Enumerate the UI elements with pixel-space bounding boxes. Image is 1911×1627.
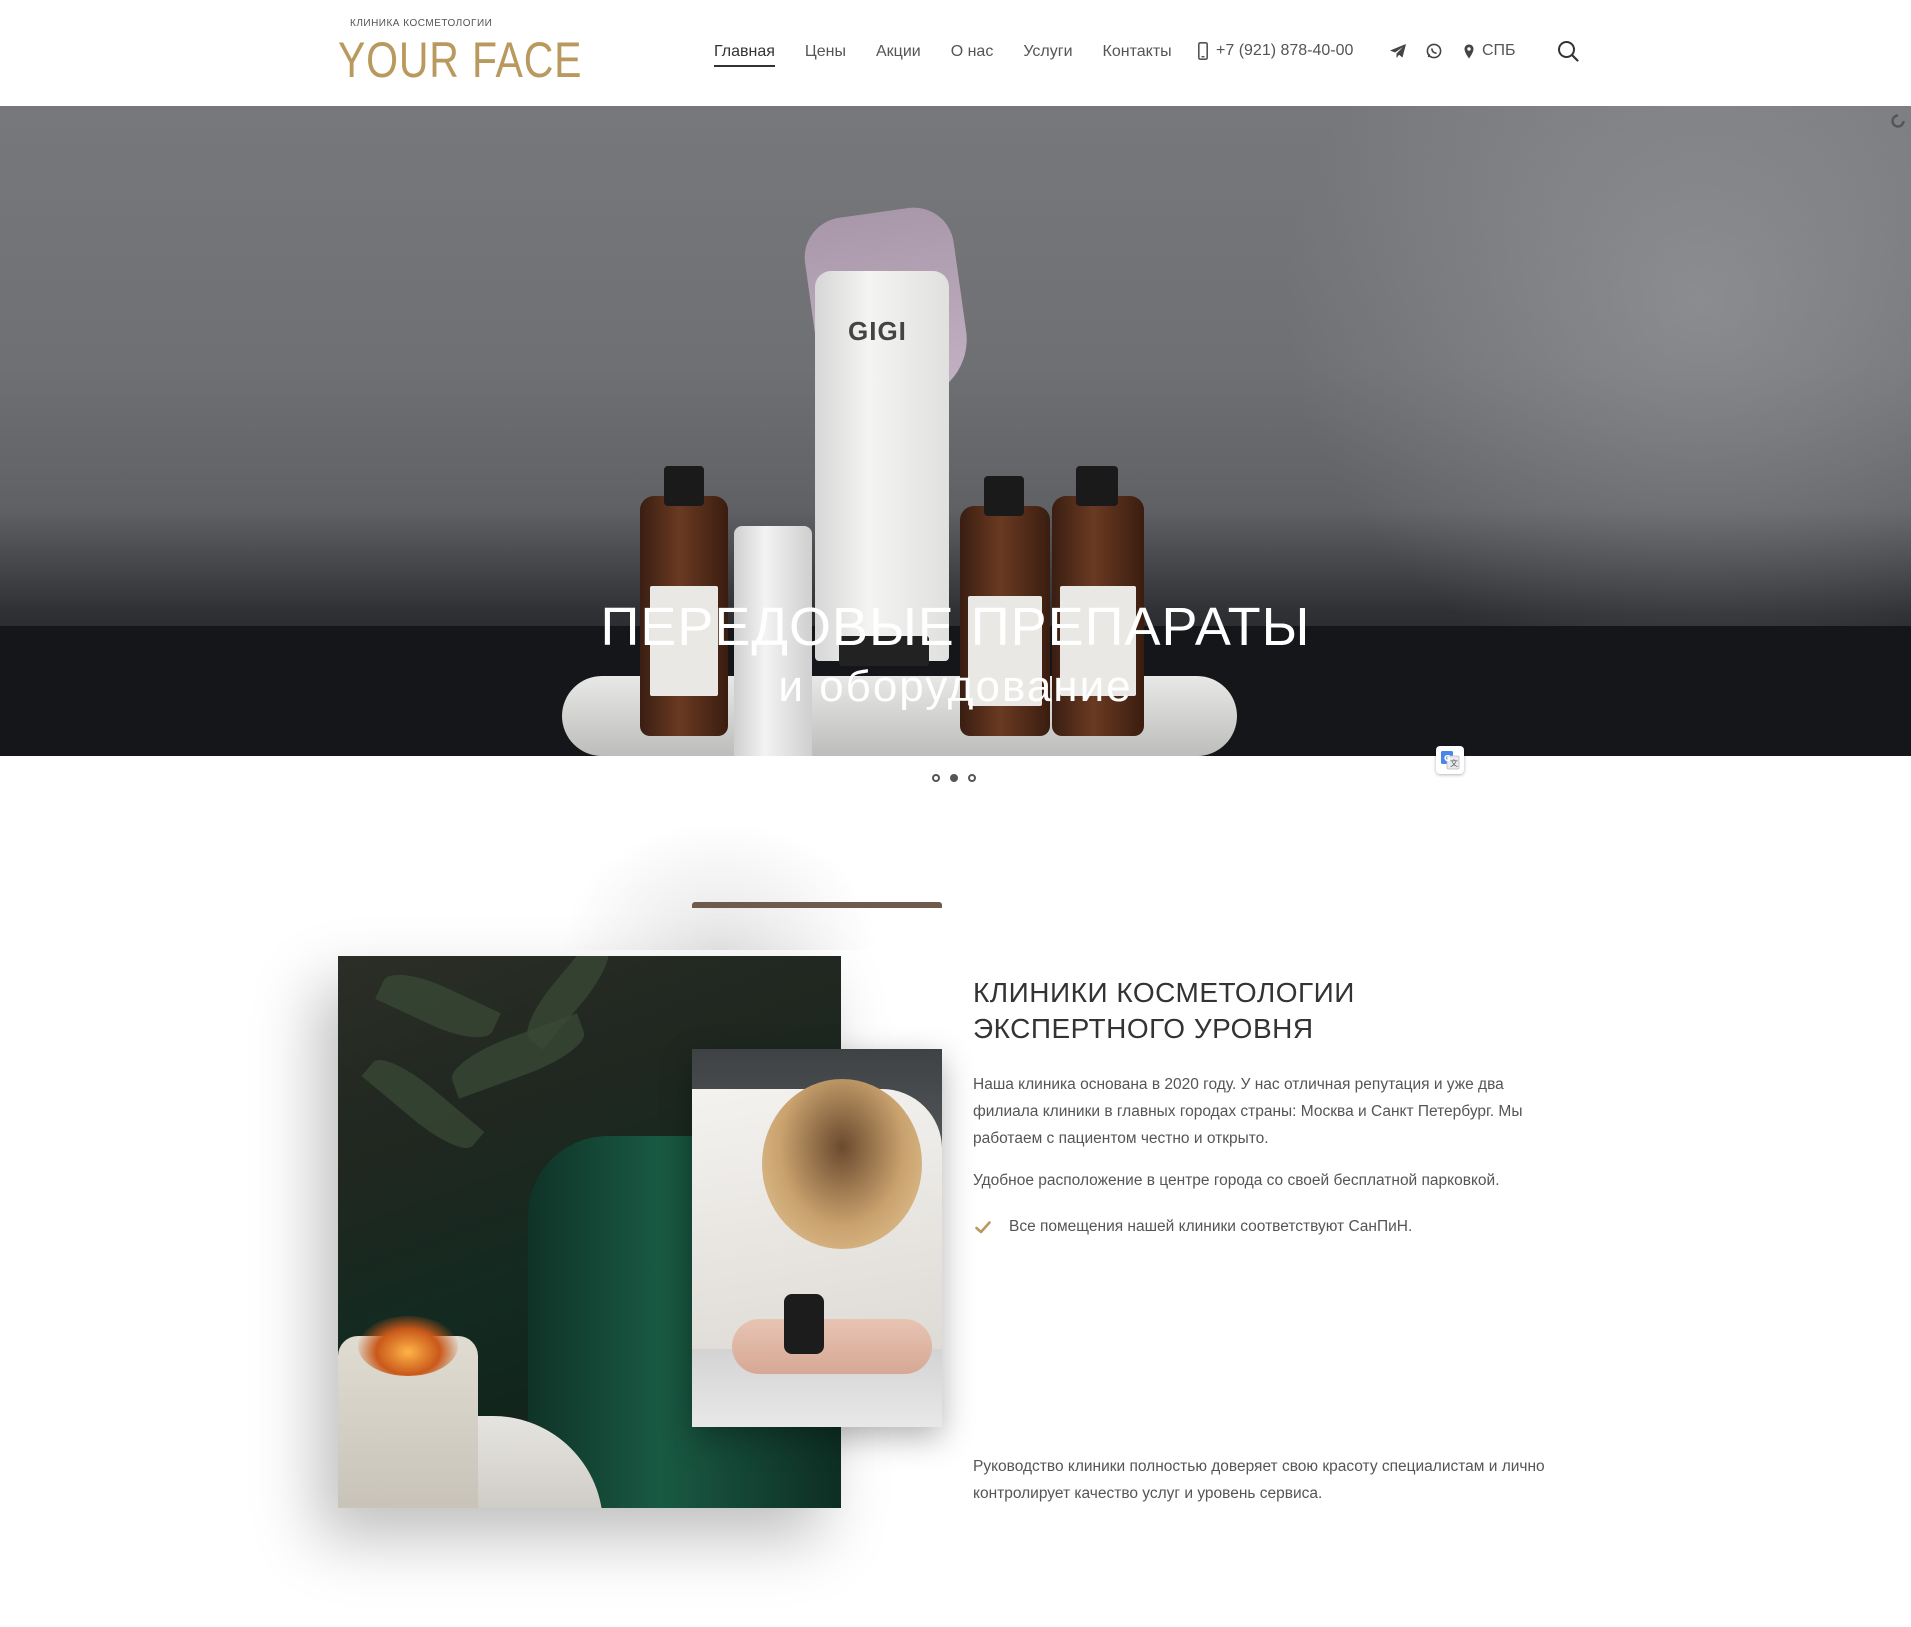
search-icon: [1558, 41, 1579, 62]
translate-icon[interactable]: G 文: [1436, 746, 1464, 774]
slider-pagination: [932, 774, 976, 782]
cosmetologist-photo: [692, 1049, 942, 1427]
svg-text:文: 文: [1450, 758, 1458, 768]
patient-hand: [732, 1319, 932, 1374]
nav-item-services[interactable]: Услуги: [1023, 43, 1072, 61]
logo-subtitle: КЛИНИКА КОСМЕТОЛОГИИ: [350, 18, 493, 29]
about-paragraph-2: Удобное расположение в центре города со …: [973, 1172, 1500, 1189]
telegram-icon: [1390, 44, 1406, 58]
checkmark-icon: [975, 1220, 991, 1233]
logo-title: YOUR FACE: [338, 32, 583, 88]
bottle-pump: [1076, 466, 1118, 506]
loading-icon: [1891, 114, 1905, 128]
logo[interactable]: КЛИНИКА КОСМЕТОЛОГИИ YOUR FACE: [338, 18, 582, 88]
hero-subtitle: и оборудование: [778, 662, 1133, 711]
location-icon: [1464, 44, 1474, 58]
phone-link[interactable]: +7 (921) 878-40-00: [1198, 0, 1353, 102]
plant-leaf: [375, 962, 501, 1050]
check-item-text: Все помещения нашей клиники соответствую…: [1009, 1218, 1413, 1235]
search-button[interactable]: [1557, 0, 1579, 102]
dermatoscope: [784, 1294, 824, 1354]
decorative-shadow: [560, 820, 880, 950]
phone-icon: [1198, 42, 1208, 60]
nav-item-contacts[interactable]: Контакты: [1103, 43, 1172, 61]
main-nav: Главная Цены Акции О нас Услуги Контакты: [714, 0, 1202, 104]
slider-dot-1[interactable]: [932, 774, 940, 782]
nav-item-promotions[interactable]: Акции: [876, 43, 921, 61]
hero-title: ПЕРЕДОВЫЕ ПРЕПАРАТЫ: [600, 597, 1311, 657]
about-paragraph-1: Наша клиника основана в 2020 году. У нас…: [973, 1076, 1523, 1147]
image-edge: [692, 902, 942, 908]
site-header: КЛИНИКА КОСМЕТОЛОГИИ YOUR FACE Главная Ц…: [0, 0, 1911, 106]
hair: [762, 1079, 922, 1249]
slider-dot-3[interactable]: [968, 774, 976, 782]
google-translate-icon: G 文: [1441, 751, 1460, 770]
telegram-link[interactable]: [1389, 0, 1407, 102]
city-label: СПБ: [1482, 42, 1516, 59]
city-selector[interactable]: СПБ: [1464, 0, 1516, 102]
slider-dot-2[interactable]: [950, 774, 958, 782]
whatsapp-link[interactable]: [1426, 0, 1442, 102]
hero-slider: GIGI: [0, 106, 1911, 756]
product-brand: GIGI: [848, 316, 907, 346]
lamp-flame: [358, 1316, 458, 1376]
bottle-pump: [984, 476, 1024, 516]
check-list-item: Все помещения нашей клиники соответствую…: [975, 1218, 1412, 1236]
bottle-pump: [664, 466, 704, 506]
nav-item-prices[interactable]: Цены: [805, 43, 846, 61]
phone-number: +7 (921) 878-40-00: [1216, 42, 1354, 59]
nav-item-home[interactable]: Главная: [714, 43, 775, 67]
whatsapp-icon: [1426, 43, 1442, 59]
about-title: КЛИНИКИ КОСМЕТОЛОГИИ ЭКСПЕРТНОГО УРОВНЯ: [973, 977, 1355, 1044]
nav-item-about[interactable]: О нас: [951, 43, 994, 61]
about-paragraph-3: Руководство клиники полностью доверяет с…: [973, 1458, 1545, 1502]
